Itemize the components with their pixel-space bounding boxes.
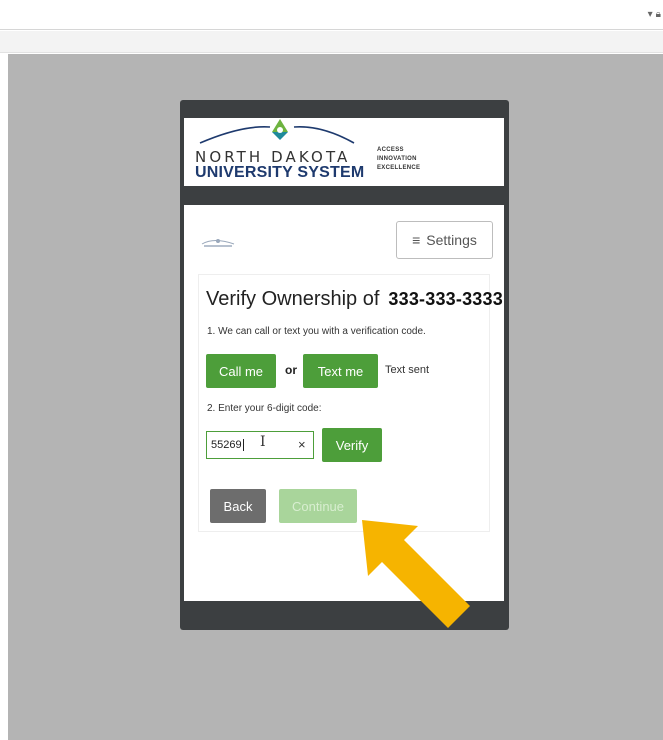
hamburger-icon: ≡ [412,232,421,248]
continue-button[interactable]: Continue [279,489,357,523]
browser-topbar-icons: ▾ 🔒︎ [648,9,661,20]
page-title: Verify Ownership of 333-333-3333 [206,288,503,311]
lock-icon[interactable]: 🔒︎ [656,9,661,20]
logo-line-university-system: UNIVERSITY SYSTEM [195,164,365,181]
code-value: 55269 [211,439,242,451]
pointer-arrow-icon [362,520,470,628]
tagline-innovation: INNOVATION [377,156,417,162]
ndus-logo: NORTH DAKOTA UNIVERSITY SYSTEM ACCESS IN… [184,118,504,186]
text-me-button[interactable]: Text me [303,354,378,388]
chevron-down-icon[interactable]: ▾ [648,9,653,20]
ibeam-cursor-icon: I [260,434,266,450]
tagline-excellence: EXCELLENCE [377,165,421,171]
settings-button[interactable]: ≡ Settings [396,221,493,259]
step2-instruction: 2. Enter your 6-digit code: [207,403,322,414]
phone-number: 333-333-3333 [388,289,503,309]
text-sent-status: Text sent [385,364,430,376]
call-me-button[interactable]: Call me [206,354,276,388]
browser-topbar: ▾ 🔒︎ [0,0,663,30]
back-button[interactable]: Back [210,489,266,523]
title-text: Verify Ownership of [206,288,380,310]
step1-instruction: 1. We can call or text you with a verifi… [207,326,426,337]
settings-label: Settings [426,232,477,248]
tagline-access: ACCESS [377,147,404,153]
small-logo-icon [200,235,236,251]
text-caret [242,439,244,451]
browser-toolbar [0,31,663,53]
verify-button[interactable]: Verify [322,428,382,462]
or-label: or [285,363,297,377]
clear-input-icon[interactable]: × [298,437,306,452]
